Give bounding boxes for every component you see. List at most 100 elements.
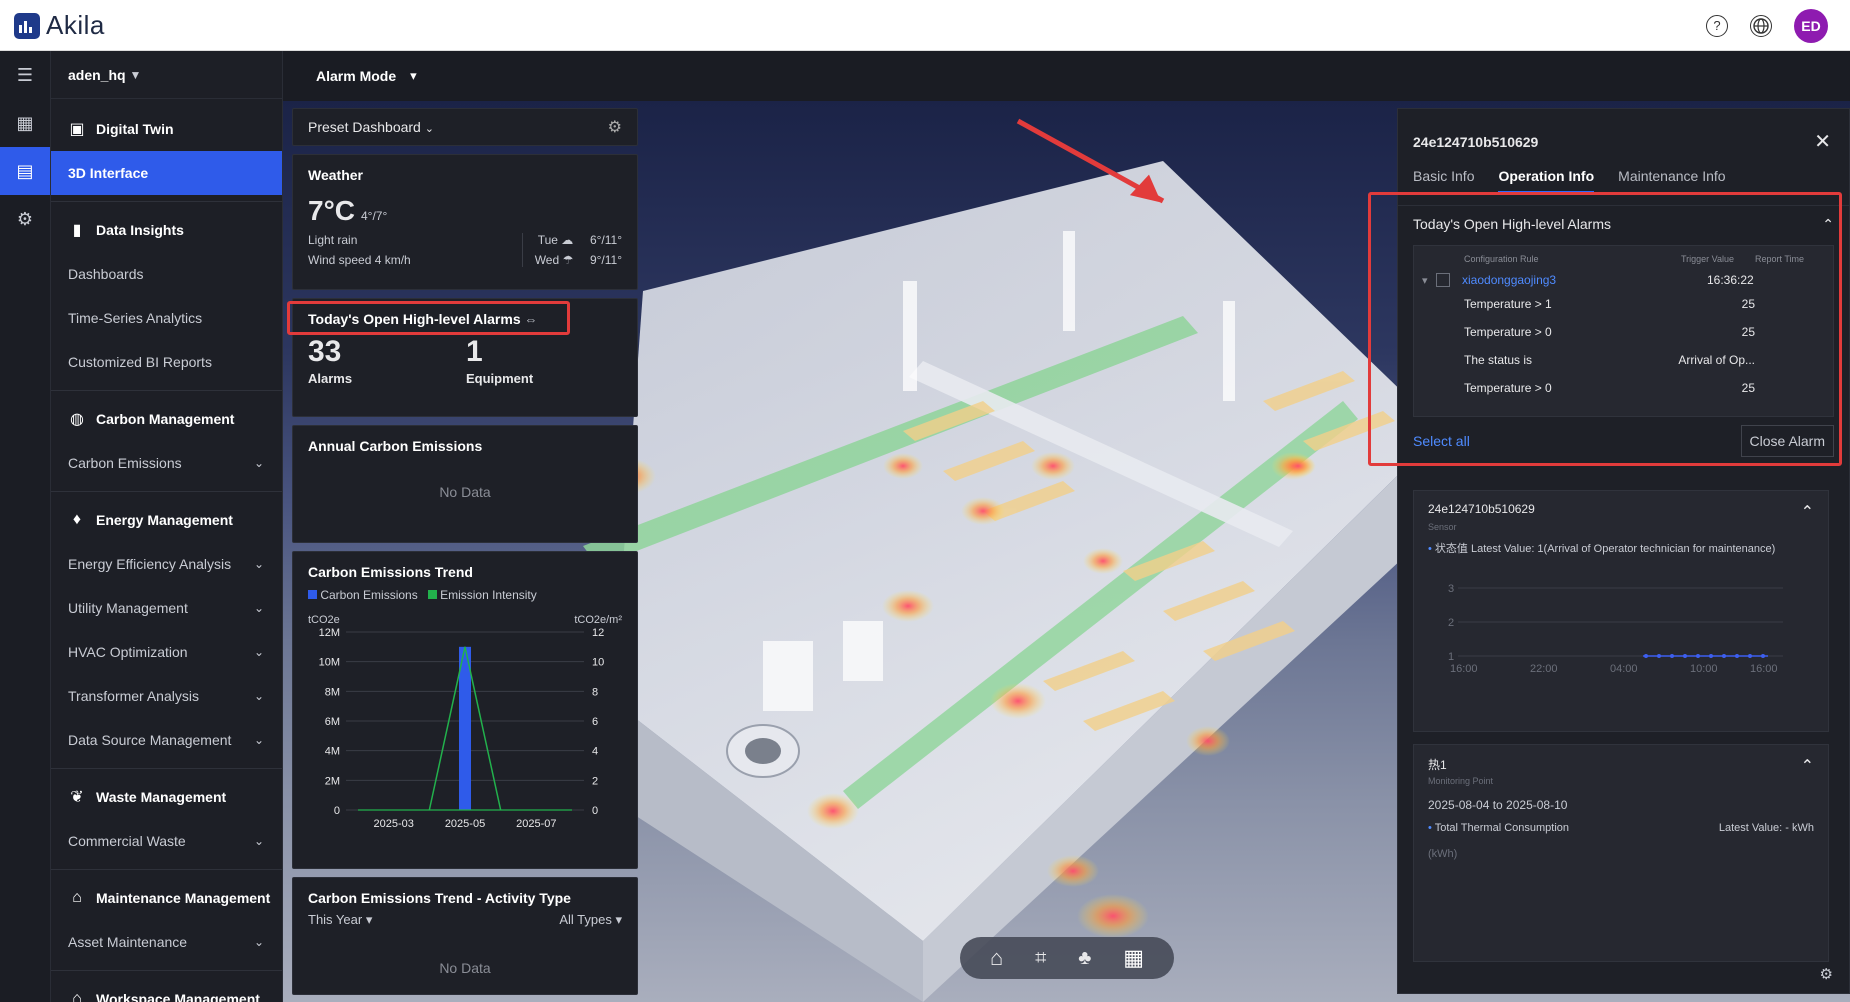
tab-basic-info[interactable]: Basic Info [1413,168,1474,193]
close-icon[interactable]: ✕ [1814,129,1831,154]
section-label: Energy Management [96,512,233,528]
divider [51,390,282,391]
home-icon[interactable]: ⌂ [990,945,1003,971]
sidebar-item-data-source[interactable]: Data Source Management ⌄ [51,718,282,762]
annual-carbon-title: Annual Carbon Emissions [308,438,483,454]
preset-label: Preset Dashboard [308,119,421,135]
icon-rail: ☰ ▦ ▤ ⚙ [0,51,51,1002]
section-waste-management[interactable]: ❦ Waste Management [51,775,282,819]
tab-maintenance-info[interactable]: Maintenance Info [1618,168,1725,193]
sidebar-item-transformer[interactable]: Transformer Analysis ⌄ [51,674,282,718]
left-axis-unit: tCO2e [308,614,340,626]
weather-condition: Light rain [308,233,358,247]
chevron-up-icon[interactable]: ⌃ [1801,756,1814,776]
types-label: All Types [559,912,612,927]
sidebar-item-3d-interface[interactable]: 3D Interface [51,151,282,195]
settings-gear-icon[interactable]: ⚙ [0,195,50,243]
monitoring-point-card: 热1 ⌃ Monitoring Point 2025-08-04 to 2025… [1413,744,1829,962]
section-maintenance-management[interactable]: ⌂ Maintenance Management [51,876,282,920]
sidebar-item-asset-maintenance[interactable]: Asset Maintenance ⌄ [51,920,282,964]
y-right-tick-label: 10 [592,657,604,669]
cloud-rain-icon: ☁ [561,233,574,247]
chevron-down-icon: ⌄ [253,733,264,747]
bar-carbon-emissions [459,646,471,810]
grid-view-icon[interactable]: ▦ [1123,945,1144,971]
data-point [1657,654,1661,658]
bullet-icon: • [1428,543,1432,555]
section-label: Digital Twin [96,121,174,137]
x-tick-label: 22:00 [1530,663,1558,675]
buildings-icon[interactable]: ▦ [0,99,50,147]
user-avatar[interactable]: ED [1794,8,1828,43]
sidebar-item-label: 3D Interface [68,165,149,181]
info-tabs: Basic Info Operation Info Maintenance In… [1398,168,1849,193]
section-carbon-management[interactable]: ◍ Carbon Management [51,397,282,441]
weather-wind: Wind speed 4 km/h [308,253,411,267]
flame-icon: ♦ [72,511,82,528]
section-workspace-management[interactable]: ⌂ Workspace Management [51,977,282,1002]
sensor-name: 24e124710b510629 [1428,502,1535,516]
site-selector[interactable]: aden_hq ▼ [51,51,282,99]
help-icon[interactable]: ? [1706,14,1728,37]
tab-operation-info[interactable]: Operation Info [1498,168,1595,193]
chevron-down-icon: ⌄ [253,456,264,470]
bullet-icon: • [1428,822,1432,834]
chevron-up-icon[interactable]: ⌃ [1801,502,1814,522]
preset-dashboard-selector[interactable]: Preset Dashboard ⌄ ⚙ [292,108,638,146]
forecast-day: Wed [534,253,560,267]
section-data-insights[interactable]: ▮ Data Insights [51,208,282,252]
sidebar-item-dashboards[interactable]: Dashboards [51,252,282,296]
y-left-tick-label: 0 [334,805,340,817]
weather-title: Weather [308,167,363,183]
menu-toggle-icon[interactable]: ☰ [0,51,50,99]
hierarchy-icon[interactable]: ♣ [1078,947,1091,970]
activity-trend-card: Carbon Emissions Trend - Activity Type T… [292,877,638,995]
sensor-card: 24e124710b510629 ⌃ Sensor • 状态值 Latest V… [1413,490,1829,732]
section-digital-twin[interactable]: ▣ Digital Twin [51,107,282,151]
legend-item[interactable]: Carbon Emissions [308,588,418,602]
mode-selector[interactable]: Alarm Mode ▾ [283,51,1850,101]
monitor-type: Monitoring Point [1428,776,1494,786]
types-selector[interactable]: All Types ▾ [559,912,622,928]
chevron-down-icon: ⌄ [253,601,264,615]
equipment-count-label: Equipment [466,371,534,386]
sidebar-item-carbon-emissions[interactable]: Carbon Emissions ⌄ [51,441,282,485]
x-tick-label: 04:00 [1610,663,1638,675]
period-selector[interactable]: This Year ▾ [308,912,372,928]
sidebar-item-utility[interactable]: Utility Management ⌄ [51,586,282,630]
annual-carbon-card: Annual Carbon Emissions No Data [292,425,638,543]
sidebar-item-label: Customized BI Reports [68,354,212,370]
app-logo[interactable]: Akila [14,10,105,41]
divider [51,869,282,870]
data-point [1644,654,1648,658]
sidebar-item-label: Data Source Management [68,732,232,748]
forecast-range: 9°/11° [589,253,622,267]
sidebar-item-commercial-waste[interactable]: Commercial Waste ⌄ [51,819,282,863]
sensor-latest-value: 状态值 Latest Value: 1(Arrival of Operator … [1434,543,1776,555]
document-icon[interactable]: ▤ [0,147,50,195]
weather-temperature: 7°C [308,195,355,226]
chevron-down-icon: ⌄ [253,557,264,571]
data-point [1722,654,1726,658]
divider [51,201,282,202]
focus-frame-icon[interactable]: ⌗ [1035,947,1046,970]
sidebar-item-label: Energy Efficiency Analysis [68,556,232,572]
y-tick-label: 3 [1448,583,1454,595]
divider [51,491,282,492]
globe-icon[interactable] [1750,14,1772,37]
data-point [1761,654,1765,658]
sidebar-item-time-series[interactable]: Time-Series Analytics [51,296,282,340]
chevron-down-icon: ⌄ [253,834,264,848]
chevron-down-icon: ⌄ [253,935,264,949]
sidebar-item-energy-efficiency[interactable]: Energy Efficiency Analysis ⌄ [51,542,282,586]
settings-gear-icon[interactable]: ⚙ [1820,965,1833,983]
data-point [1748,654,1752,658]
sensor-line-chart: 3 2 1 16:00 22:00 04:00 10:00 16:00 [1448,583,1783,675]
legend-item[interactable]: Emission Intensity [427,588,537,602]
sidebar-item-hvac[interactable]: HVAC Optimization ⌄ [51,630,282,674]
sidebar-item-bi-reports[interactable]: Customized BI Reports [51,340,282,384]
settings-gear-icon[interactable]: ⚙ [608,117,622,137]
workspace-icon: ⌂ [72,990,82,1002]
section-label: Carbon Management [96,411,235,427]
section-energy-management[interactable]: ♦ Energy Management [51,498,282,542]
